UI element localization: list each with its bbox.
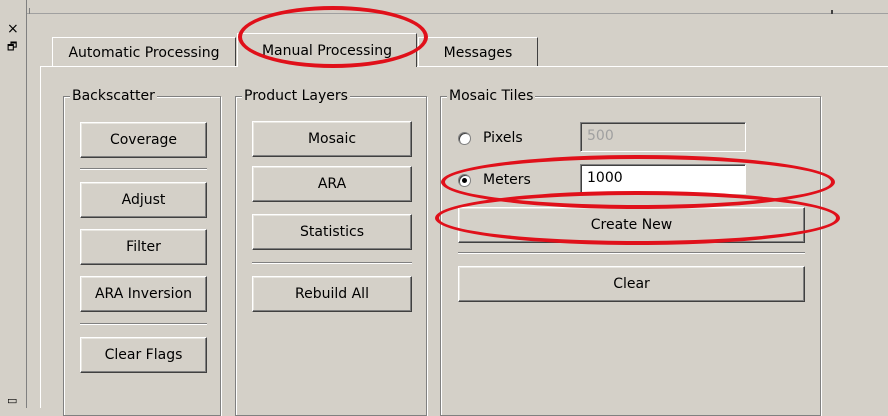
meters-radio[interactable] bbox=[458, 174, 471, 187]
backscatter-group-title: Backscatter bbox=[70, 87, 157, 105]
rebuild-all-button[interactable]: Rebuild All bbox=[252, 276, 412, 312]
filter-button[interactable]: Filter bbox=[80, 229, 207, 265]
tab-automatic-processing[interactable]: Automatic Processing bbox=[52, 37, 236, 67]
panel-icon: ▭ bbox=[7, 394, 18, 407]
radio-selected-dot bbox=[462, 178, 467, 183]
separator bbox=[80, 323, 207, 325]
coverage-button[interactable]: Coverage bbox=[80, 122, 207, 158]
tab-messages[interactable]: Messages bbox=[418, 37, 538, 67]
meters-label: Meters bbox=[483, 172, 531, 188]
meters-field[interactable]: 1000 bbox=[580, 164, 746, 194]
separator bbox=[80, 168, 207, 170]
pixels-field[interactable]: 500 bbox=[580, 122, 746, 152]
close-icon[interactable]: × bbox=[7, 22, 19, 36]
statistics-button[interactable]: Statistics bbox=[252, 214, 412, 250]
clear-flags-button[interactable]: Clear Flags bbox=[80, 337, 207, 373]
create-new-button[interactable]: Create New bbox=[458, 207, 805, 243]
separator bbox=[458, 252, 805, 254]
product-layers-group-title: Product Layers bbox=[242, 87, 350, 105]
ara-inversion-button[interactable]: ARA Inversion bbox=[80, 276, 207, 312]
toolbar-grip bbox=[831, 10, 833, 14]
mosaic-tiles-group-title: Mosaic Tiles bbox=[447, 87, 536, 105]
clear-button[interactable]: Clear bbox=[458, 266, 805, 302]
pixels-label: Pixels bbox=[483, 130, 523, 146]
top-toolbar-strip bbox=[27, 0, 888, 14]
tab-manual-processing[interactable]: Manual Processing bbox=[237, 33, 417, 67]
mosaic-button[interactable]: Mosaic bbox=[252, 121, 412, 157]
adjust-button[interactable]: Adjust bbox=[80, 182, 207, 218]
pixels-radio[interactable] bbox=[458, 132, 471, 145]
separator bbox=[252, 262, 412, 264]
ara-button[interactable]: ARA bbox=[252, 166, 412, 202]
toolbar-divider bbox=[29, 8, 30, 14]
dock-strip: × 🗗 ▭ bbox=[0, 0, 27, 408]
restore-window-icon[interactable]: 🗗 bbox=[7, 40, 17, 54]
